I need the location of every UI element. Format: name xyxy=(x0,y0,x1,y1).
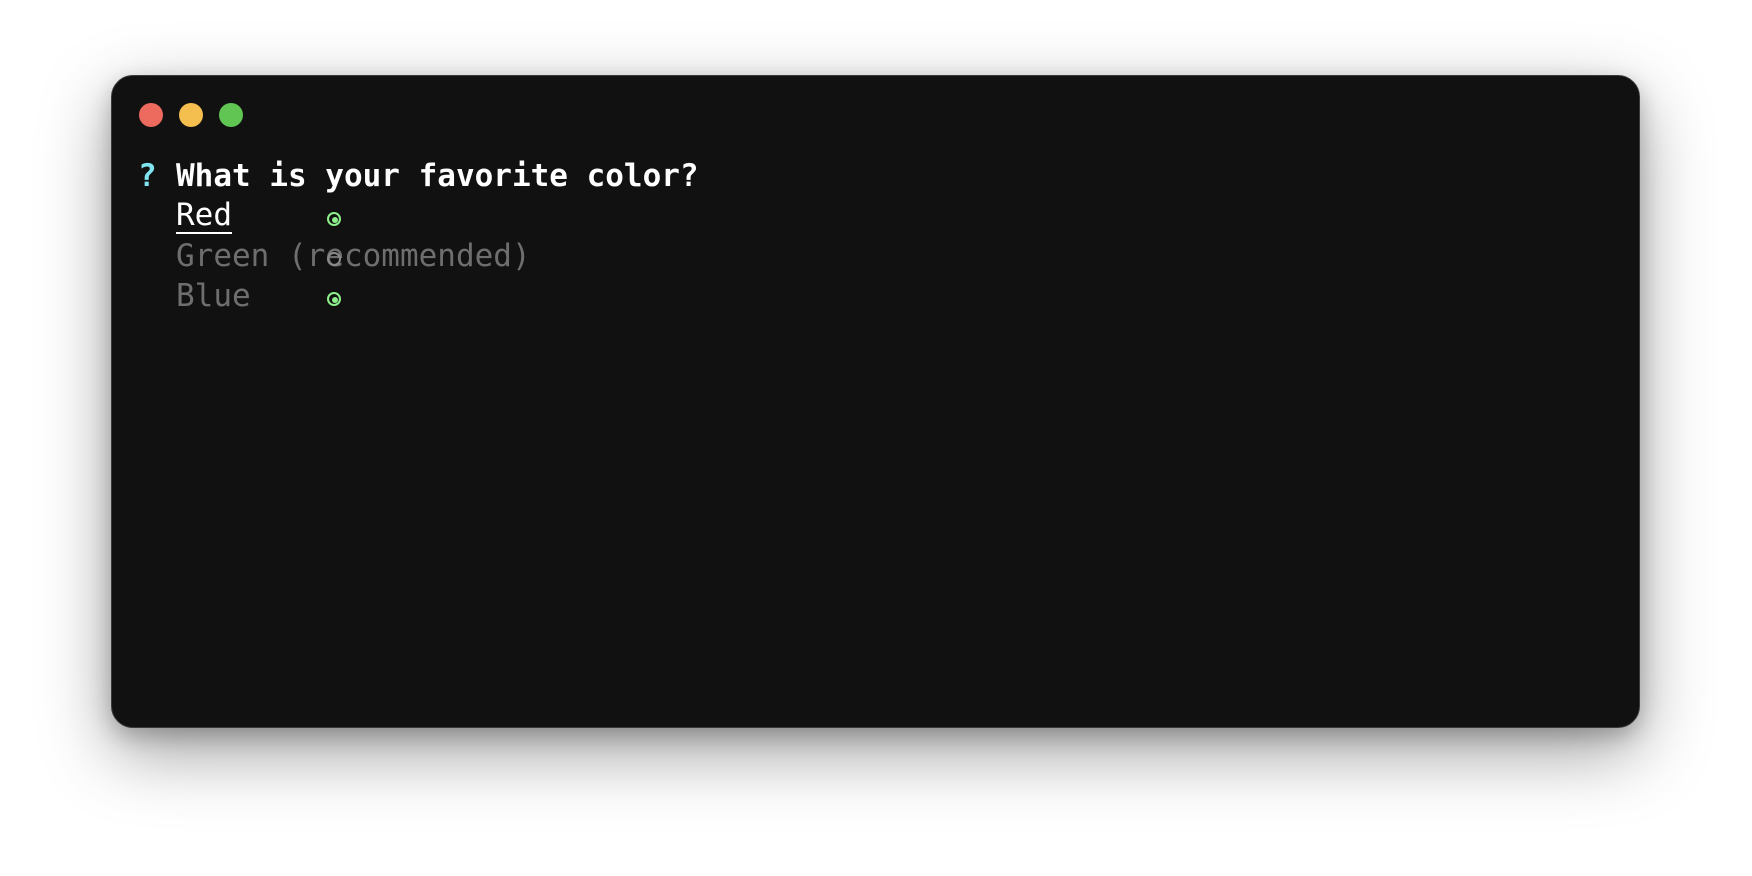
unchecked-radio-icon xyxy=(326,252,341,266)
minimize-window-button[interactable] xyxy=(179,103,203,127)
prompt-question: What is your favorite color? xyxy=(176,158,699,194)
terminal-window: ? What is your favorite color? Red Green… xyxy=(111,75,1640,728)
option-row-blue[interactable]: Blue xyxy=(138,276,699,316)
option-row-green[interactable]: Green (recommended) xyxy=(138,236,699,276)
option-label-blue: Blue xyxy=(176,278,251,314)
option-label-red: Red xyxy=(176,197,232,234)
screenshot-stage: ? What is your favorite color? Red Green… xyxy=(0,0,1752,876)
terminal-output: ? What is your favorite color? Red Green… xyxy=(138,156,699,316)
checked-radio-icon xyxy=(326,212,341,226)
option-row-red[interactable]: Red xyxy=(138,196,699,236)
option-radio-slot xyxy=(138,236,341,356)
close-window-button[interactable] xyxy=(139,103,163,127)
prompt-line: ? What is your favorite color? xyxy=(138,156,699,196)
option-label-green: Green (recommended) xyxy=(176,238,531,274)
zoom-window-button[interactable] xyxy=(219,103,243,127)
checked-radio-icon xyxy=(326,292,341,306)
